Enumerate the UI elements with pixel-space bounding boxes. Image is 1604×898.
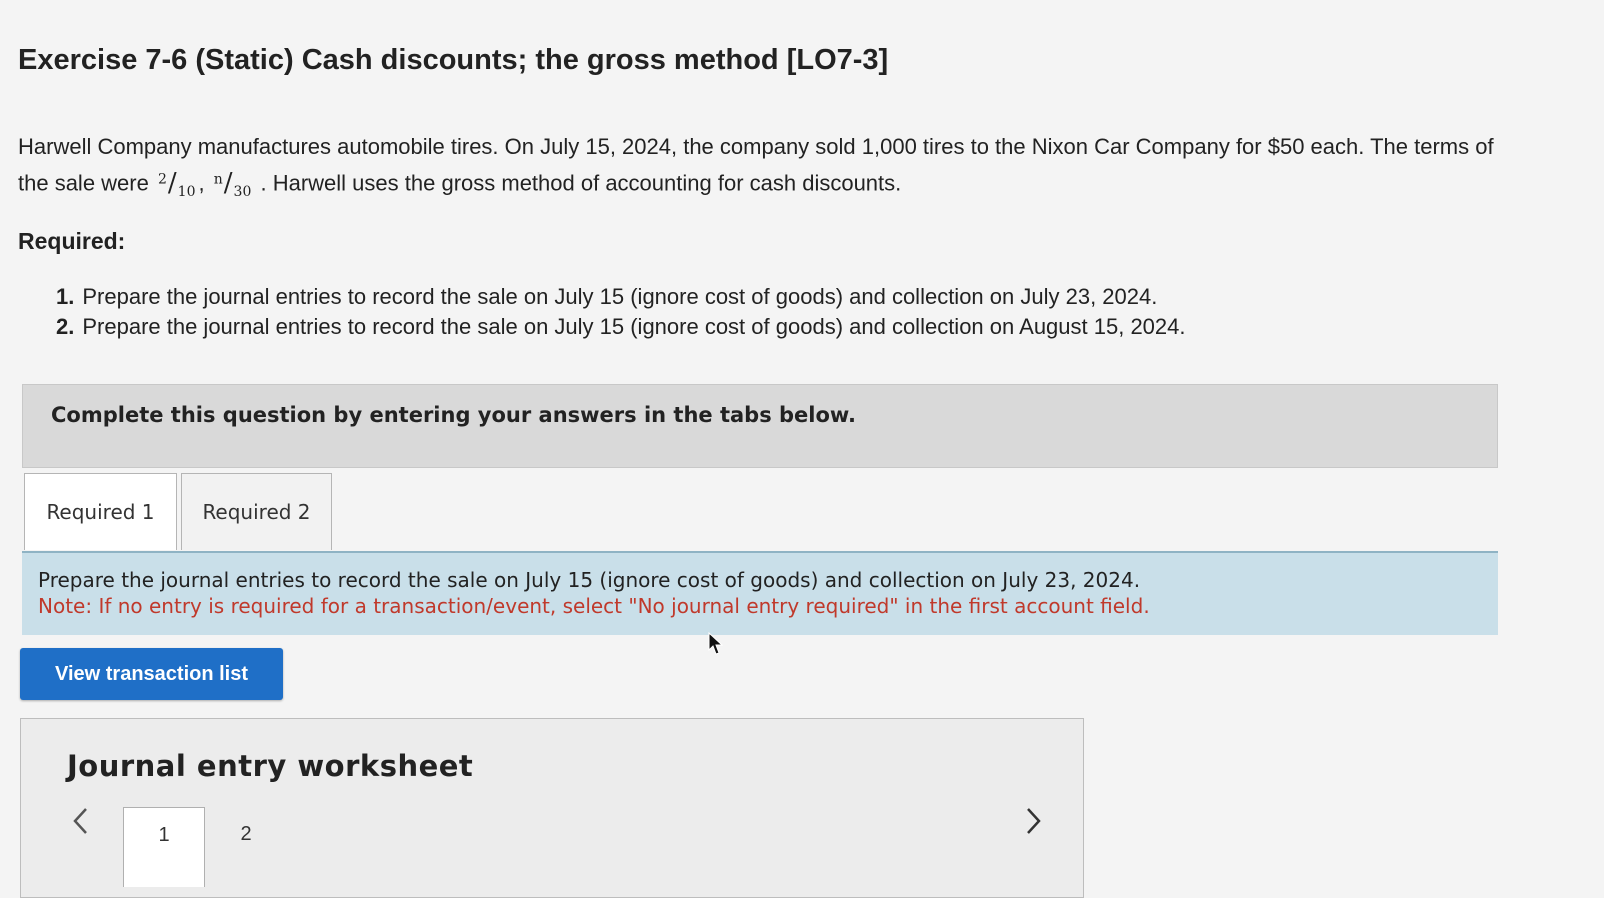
tab-required-1[interactable]: Required 1: [24, 473, 177, 550]
list-item: 1. Prepare the journal entries to record …: [56, 284, 1158, 309]
term-fraction-1: 2/10: [157, 167, 196, 200]
exercise-title: Exercise 7-6 (Static) Cash discounts; th…: [18, 44, 889, 76]
list-item: 2. Prepare the journal entries to record …: [56, 314, 1186, 339]
journal-entry-worksheet: Journal entry worksheet 1 2: [20, 718, 1084, 898]
worksheet-title: Journal entry worksheet: [67, 749, 474, 783]
prompt-note: Note: If no entry is required for a tran…: [38, 594, 1150, 618]
tab-required-2[interactable]: Required 2: [181, 473, 332, 550]
chevron-left-icon[interactable]: [65, 801, 95, 841]
chevron-right-icon[interactable]: [1019, 801, 1049, 841]
worksheet-page-1[interactable]: 1: [123, 807, 205, 887]
tab-label: Required 2: [202, 500, 311, 524]
problem-description: Harwell Company manufactures automobile …: [18, 130, 1498, 209]
view-transaction-list-button[interactable]: View transaction list: [20, 648, 283, 700]
worksheet-page-2[interactable]: 2: [226, 807, 266, 887]
required-heading: Required:: [18, 228, 126, 254]
prompt-text: Prepare the journal entries to record th…: [38, 568, 1141, 592]
mouse-cursor-icon: [708, 631, 724, 661]
tab-label: Required 1: [46, 500, 155, 524]
term-fraction-2: n/30: [213, 167, 252, 200]
question-prompt: Prepare the journal entries to record th…: [22, 551, 1498, 635]
instruction-banner: Complete this question by entering your …: [22, 384, 1498, 468]
assignment-page: Exercise 7-6 (Static) Cash discounts; th…: [0, 0, 1604, 898]
required-list: 1. Prepare the journal entries to record …: [56, 282, 1186, 342]
intro-text-part2: . Harwell uses the gross method of accou…: [260, 170, 902, 196]
instruction-text: Complete this question by entering your …: [51, 403, 856, 427]
term-separator: ,: [198, 170, 205, 196]
